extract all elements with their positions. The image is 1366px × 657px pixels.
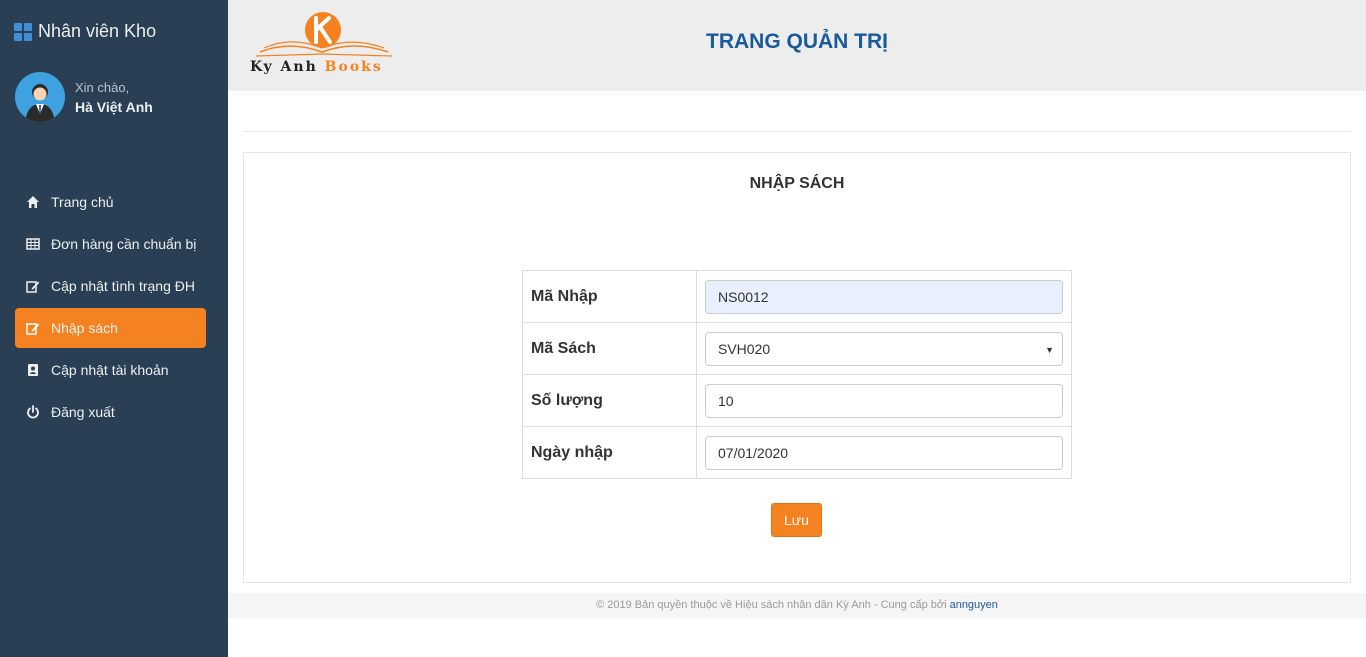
sidebar-nav: Trang chủ Đơn hàng cần chuẩn bị Cập nhật…	[15, 182, 206, 434]
brand-label: Nhân viên Kho	[38, 21, 157, 41]
form-row: Số lượng 10	[522, 374, 1072, 427]
save-button[interactable]: Lưu	[771, 503, 822, 537]
sidebar-item-label: Trang chủ	[51, 194, 114, 210]
footer-author-link[interactable]: annguyen	[950, 599, 998, 611]
edit-icon	[25, 320, 41, 336]
greeting-text: Xin chào,	[75, 79, 130, 95]
footer: © 2019 Bản quyền thuộc về Hiệu sách nhân…	[228, 593, 1366, 618]
sidebar-item-label: Cập nhật tài khoản	[51, 362, 169, 378]
form-row: Ngày nhập 07/01/2020	[522, 426, 1072, 479]
edit-icon	[25, 278, 41, 294]
sidebar-item-orders[interactable]: Đơn hàng cần chuẩn bị	[15, 224, 206, 264]
book-code-select[interactable]: SVH020 ▼	[705, 331, 1063, 366]
sidebar-item-import-books[interactable]: Nhập sách	[15, 308, 206, 348]
username: Hà Việt Anh	[75, 98, 153, 115]
import-code-input[interactable]: NS0012	[705, 279, 1063, 314]
sidebar-item-label: Nhập sách	[51, 320, 118, 336]
quantity-input[interactable]: 10	[705, 383, 1063, 418]
footer-text: © 2019 Bản quyền thuộc về Hiệu sách nhân…	[596, 599, 950, 611]
table-icon	[25, 236, 41, 252]
sidebar-brand[interactable]: Nhân viên Kho	[14, 21, 156, 42]
power-icon	[25, 404, 41, 420]
sidebar-item-label: Đăng xuất	[51, 404, 115, 420]
field-label: Mã Sách	[522, 322, 697, 375]
home-icon	[25, 194, 41, 210]
sidebar-item-label: Đơn hàng cần chuẩn bị	[51, 236, 197, 252]
sidebar-item-order-status[interactable]: Cập nhật tình trạng ĐH	[15, 266, 206, 306]
import-date-input[interactable]: 07/01/2020	[705, 435, 1063, 470]
grid-icon	[14, 22, 32, 41]
import-books-panel: NHẬP SÁCH Mã Nhập NS0012 Mã Sách SVH020 …	[243, 152, 1351, 583]
field-label: Số lượng	[522, 374, 697, 427]
logo-text: Ky Anh Books	[250, 59, 383, 75]
logo-text-part: Books	[324, 59, 383, 75]
sidebar-item-home[interactable]: Trang chủ	[15, 182, 206, 222]
form-row: Mã Sách SVH020 ▼	[522, 322, 1072, 375]
import-form-table: Mã Nhập NS0012 Mã Sách SVH020 ▼ Số lượng…	[522, 270, 1072, 479]
logo-text-part: Ky Anh	[250, 59, 318, 75]
sidebar-item-label: Cập nhật tình trạng ĐH	[51, 278, 195, 294]
divider	[243, 131, 1351, 132]
sidebar-item-account[interactable]: Cập nhật tài khoản	[15, 350, 206, 390]
header: Ky Anh Books TRANG QUẢN TRỊ	[228, 0, 1366, 91]
page-title: TRANG QUẢN TRỊ	[706, 30, 888, 53]
avatar	[15, 72, 65, 122]
field-label: Mã Nhập	[522, 270, 697, 323]
form-title: NHẬP SÁCH	[749, 175, 845, 192]
select-value: SVH020	[718, 340, 771, 357]
sidebar: Nhân viên Kho Xin chào, Hà Việt Anh Tran…	[0, 0, 228, 657]
chevron-down-icon: ▼	[1045, 344, 1054, 355]
user-profile: Xin chào, Hà Việt Anh	[15, 72, 153, 122]
contact-book-icon	[25, 362, 41, 378]
sidebar-item-logout[interactable]: Đăng xuất	[15, 392, 206, 432]
form-row: Mã Nhập NS0012	[522, 270, 1072, 323]
field-label: Ngày nhập	[522, 426, 697, 479]
